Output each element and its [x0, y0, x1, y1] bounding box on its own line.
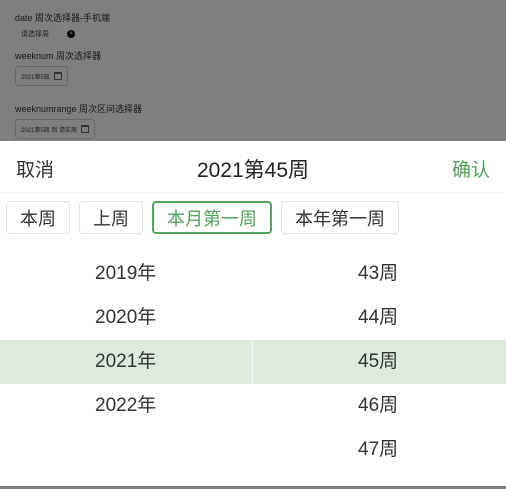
shortcut-this-week[interactable]: 本周 — [6, 201, 70, 234]
year-option[interactable]: 2019年 — [0, 252, 253, 296]
picker-title: 2021第45周 — [196, 159, 310, 182]
week-option-selected[interactable]: 45周 — [253, 340, 506, 384]
shortcut-last-week[interactable]: 上周 — [79, 201, 143, 234]
week-option[interactable]: 43周 — [253, 252, 506, 296]
shortcut-bar: 本周 上周 本月第一周 本年第一周 — [6, 201, 399, 234]
year-option[interactable]: 2022年 — [0, 384, 253, 428]
picker-header: 取消 2021第45周 确认 — [0, 141, 506, 193]
year-option-selected[interactable]: 2021年 — [0, 340, 253, 384]
year-option[interactable]: 2020年 — [0, 296, 253, 340]
picker-columns: 2019年 2020年 2021年 2022年 43周 44周 45周 46周 … — [0, 251, 506, 486]
week-option[interactable]: 46周 — [253, 384, 506, 428]
shortcut-first-week-of-year[interactable]: 本年第一周 — [281, 201, 399, 234]
shortcut-first-week-of-month[interactable]: 本月第一周 — [152, 201, 272, 234]
confirm-button[interactable]: 确认 — [452, 155, 490, 182]
week-option[interactable]: 47周 — [253, 428, 506, 472]
week-picker-sheet: 取消 2021第45周 确认 本周 上周 本月第一周 本年第一周 2019年 2… — [0, 141, 506, 486]
week-option[interactable]: 44周 — [253, 296, 506, 340]
